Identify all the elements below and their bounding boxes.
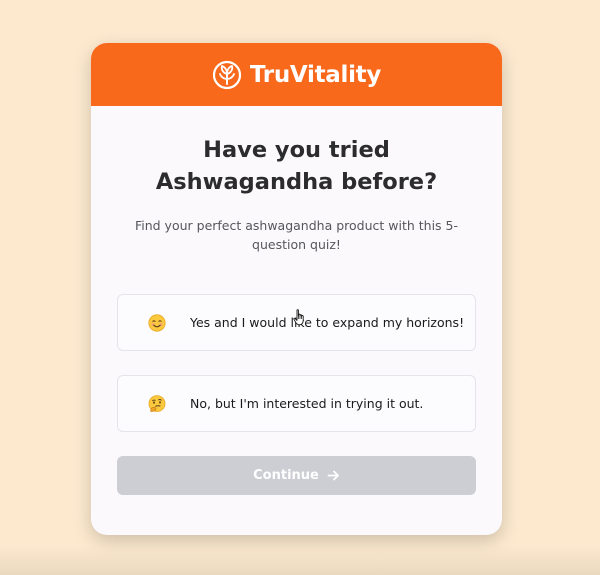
- quiz-subtitle: Find your perfect ashwagandha product wi…: [134, 218, 459, 252]
- hand-pointer-cursor-icon: [293, 309, 304, 326]
- answer-options: Yes and I would like to expand my horizo…: [117, 294, 476, 432]
- option-no[interactable]: No, but I'm interested in trying it out.: [117, 375, 476, 432]
- leaf-in-circle-icon: [212, 60, 242, 89]
- page-background: TruVitality Have you tried Ashwagandha b…: [0, 0, 600, 575]
- option-label: No, but I'm interested in trying it out.: [190, 396, 424, 411]
- question-title: Have you tried Ashwagandha before?: [155, 137, 438, 195]
- smiling-face-emoji-icon: [148, 313, 166, 332]
- arrow-right-icon: [327, 470, 339, 481]
- brand-header: TruVitality: [91, 43, 502, 106]
- quiz-card: TruVitality Have you tried Ashwagandha b…: [91, 43, 502, 535]
- thinking-face-emoji-icon: [148, 394, 166, 412]
- continue-button[interactable]: Continue: [117, 456, 476, 495]
- continue-label: Continue: [253, 468, 319, 483]
- bottom-shadow: [0, 545, 600, 575]
- option-yes[interactable]: Yes and I would like to expand my horizo…: [117, 294, 476, 351]
- quiz-body: Have you tried Ashwagandha before? Find …: [91, 134, 502, 495]
- brand-name: TruVitality: [249, 61, 382, 88]
- option-label: Yes and I would like to expand my horizo…: [190, 315, 465, 330]
